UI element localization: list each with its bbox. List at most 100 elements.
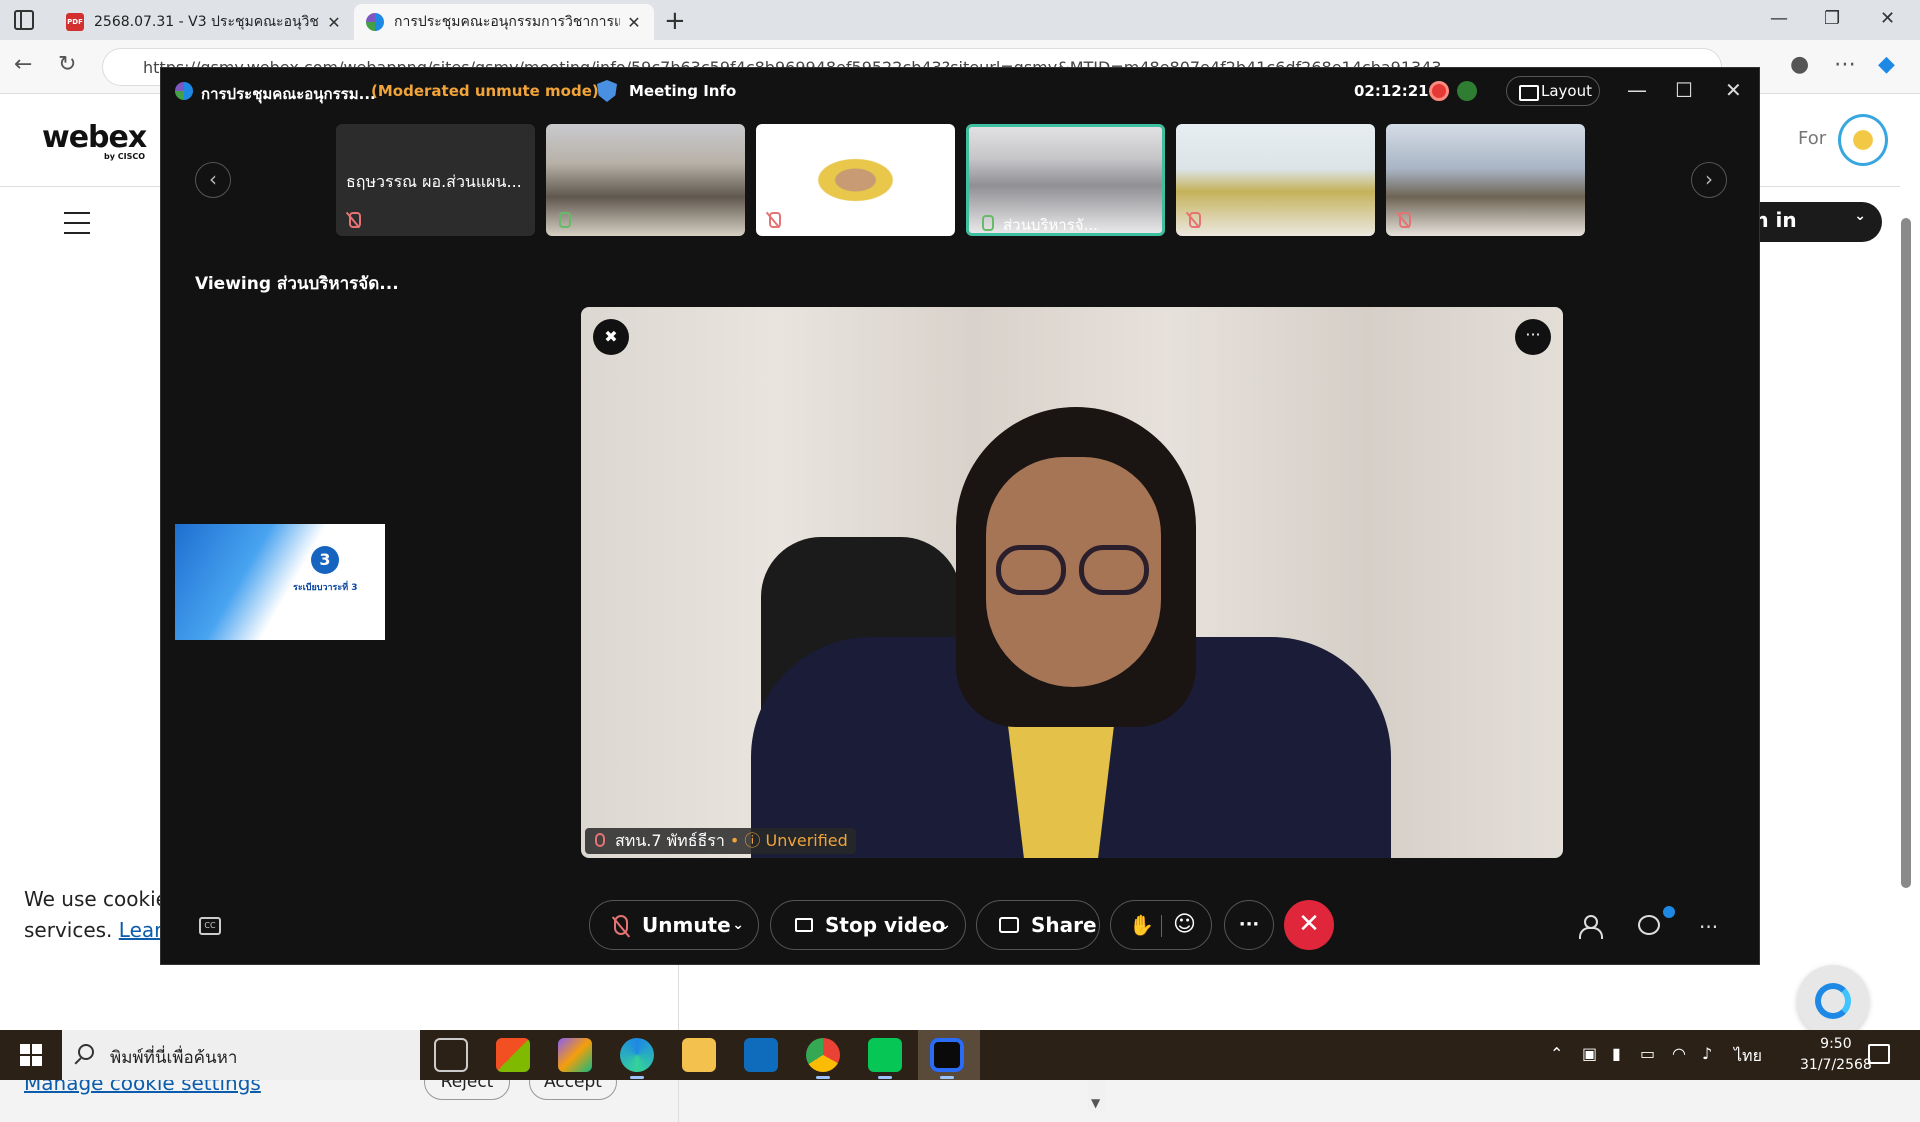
windows-taskbar: พิมพ์ที่นี่เพื่อค้นหา ⌃ ▣ ▮ ▭ ◠ ♪ ไทย 9:… [0,1030,1920,1080]
camera-icon [795,918,813,932]
speaker-name: สทน.7 พัทธ์ธีรา [615,831,725,850]
profile-icon[interactable]: ● [1790,52,1809,77]
mic-tray-icon[interactable]: ▮ [1612,1044,1621,1063]
participants-icon[interactable] [1579,915,1603,939]
back-icon[interactable]: ← [14,52,32,77]
muted-mic-icon [614,915,628,935]
for-text: For [1798,128,1827,149]
battery-icon[interactable]: ▭ [1640,1044,1655,1063]
clock-time: 9:50 [1820,1036,1852,1052]
store-icon[interactable] [496,1038,530,1072]
unverified-badge: • ⓘ Unverified [729,831,848,850]
minimize-icon[interactable]: — [1627,78,1647,102]
shared-content-thumbnail[interactable]: 3 ระเบียบวาระที่ 3 [175,524,385,640]
tab-webex-meeting[interactable]: การประชุมคณะอนุกรรมการวิชาการและ ✕ [354,4,654,40]
muted-mic-icon [346,212,361,228]
muted-mic-icon [595,833,605,847]
close-tab-icon[interactable]: ✕ [326,13,342,32]
tab-pdf-document[interactable]: PDF 2568.07.31 - V3 ประชุมคณะอนุวิชาก ✕ [54,4,354,40]
organization-seal [1838,114,1888,166]
recording-icon[interactable] [1429,81,1449,101]
camera-tray-icon[interactable]: ▣ [1582,1044,1597,1063]
network-health-icon[interactable] [1457,81,1477,101]
close-meeting-icon[interactable]: ✕ [1725,78,1742,102]
language-indicator[interactable]: ไทย [1734,1044,1762,1069]
reactions-icon[interactable]: ☺ [1173,901,1196,949]
task-view-icon[interactable] [434,1038,468,1072]
agenda-caption: ระเบียบวาระที่ 3 [293,583,358,593]
line-app-icon[interactable] [868,1038,902,1079]
main-video-stage[interactable]: ✖ ··· สทน.7 พัทธ์ธีรา • ⓘ Unverified [581,307,1563,858]
shield-icon[interactable] [597,80,617,102]
show-hidden-icons[interactable]: ⌃ [1550,1044,1563,1063]
cookie-notice: We use cookie services. Learn [24,887,175,942]
layout-button[interactable]: Layout [1506,76,1600,106]
unpin-icon[interactable]: ✖ [593,319,629,355]
new-tab-button[interactable]: + [664,6,686,36]
chevron-down-icon[interactable]: ⌄ [732,901,744,949]
raise-hand-icon[interactable]: ✋ [1129,901,1154,949]
mic-icon [556,212,571,228]
close-window-icon[interactable]: ✕ [1880,8,1895,29]
taskbar-search[interactable]: พิมพ์ที่นี่เพื่อค้นหา [62,1030,420,1080]
participant-thumbnail[interactable] [756,124,955,236]
share-button[interactable]: Share [976,900,1100,950]
browser-tab-strip: PDF 2568.07.31 - V3 ประชุมคณะอนุวิชาก ✕ … [0,0,1920,40]
more-options-button[interactable]: ··· [1224,900,1274,950]
unmute-button[interactable]: Unmute ⌄ [589,900,759,950]
chevron-down-icon[interactable]: ⌄ [939,901,951,949]
more-panels-icon[interactable]: ··· [1699,915,1718,939]
copilot-app-icon[interactable] [558,1038,592,1072]
speaker-name-bar: สทน.7 พัทธ์ธีรา • ⓘ Unverified [585,828,856,854]
wifi-icon[interactable]: ◠ [1672,1044,1686,1063]
settings-more-icon[interactable]: ⋯ [1834,52,1856,77]
muted-mic-icon [1396,212,1411,228]
muted-mic-icon [766,212,781,228]
page-scrollbar[interactable] [1898,194,1912,1026]
stop-video-button[interactable]: Stop video ⌄ [770,900,966,950]
close-tab-icon[interactable]: ✕ [626,13,642,32]
file-explorer-icon[interactable] [682,1038,716,1072]
tab-title: 2568.07.31 - V3 ประชุมคณะอนุวิชาก [94,14,320,30]
meeting-info-button[interactable]: Meeting Info [629,82,736,100]
chat-assistant-button[interactable] [1797,965,1869,1037]
menu-icon[interactable] [64,212,90,234]
notification-icon[interactable] [1868,1044,1890,1064]
outlook-icon[interactable] [744,1038,778,1072]
video-more-icon[interactable]: ··· [1515,319,1551,355]
video-scene [1079,545,1149,595]
start-icon[interactable] [20,1044,42,1066]
participant-thumbnail[interactable] [1176,124,1375,236]
participant-thumbnail[interactable] [1386,124,1585,236]
reactions-group: ✋ ☺ [1110,900,1212,950]
chat-icon[interactable] [1638,915,1660,935]
edge-icon[interactable] [620,1038,654,1079]
reload-icon[interactable]: ↻ [58,52,76,77]
leave-meeting-button[interactable]: ✕ [1284,900,1334,950]
mic-icon [979,215,994,231]
scroll-down-icon[interactable]: ▼ [1091,1096,1100,1110]
copilot-icon[interactable]: ◆ [1878,52,1895,77]
restore-icon[interactable]: ❐ [1824,8,1840,29]
search-icon [78,1044,94,1060]
tab-title: การประชุมคณะอนุกรรมการวิชาการและ [394,14,620,30]
chrome-icon[interactable] [806,1038,840,1079]
assistant-icon [1815,983,1851,1019]
filmstrip-next-icon[interactable]: › [1691,162,1727,198]
tab-actions-icon[interactable] [14,10,34,30]
filmstrip-prev-icon[interactable]: ‹ [195,162,231,198]
scrollbar-thumb[interactable] [1901,218,1911,888]
taskbar-clock[interactable]: 9:50 31/7/2568 [1800,1034,1872,1076]
webex-app-icon[interactable] [930,1038,964,1079]
closed-captions-icon[interactable]: CC [199,917,221,935]
viewing-label: Viewing ส่วนบริหารจัด... [195,274,399,294]
participant-thumbnail[interactable]: ธฤษวรรณ ผอ.ส่วนแผน... [336,124,535,236]
maximize-icon[interactable]: ☐ [1675,78,1693,102]
participant-thumbnail[interactable] [546,124,745,236]
webex-icon [366,13,384,31]
participant-thumbnail-active[interactable]: ส่วนบริหารจั... [966,124,1165,236]
volume-icon[interactable]: ♪ [1702,1044,1712,1063]
agenda-number: 3 [311,546,339,574]
webex-logo: webex [42,120,147,155]
minimize-icon[interactable]: — [1770,8,1788,29]
